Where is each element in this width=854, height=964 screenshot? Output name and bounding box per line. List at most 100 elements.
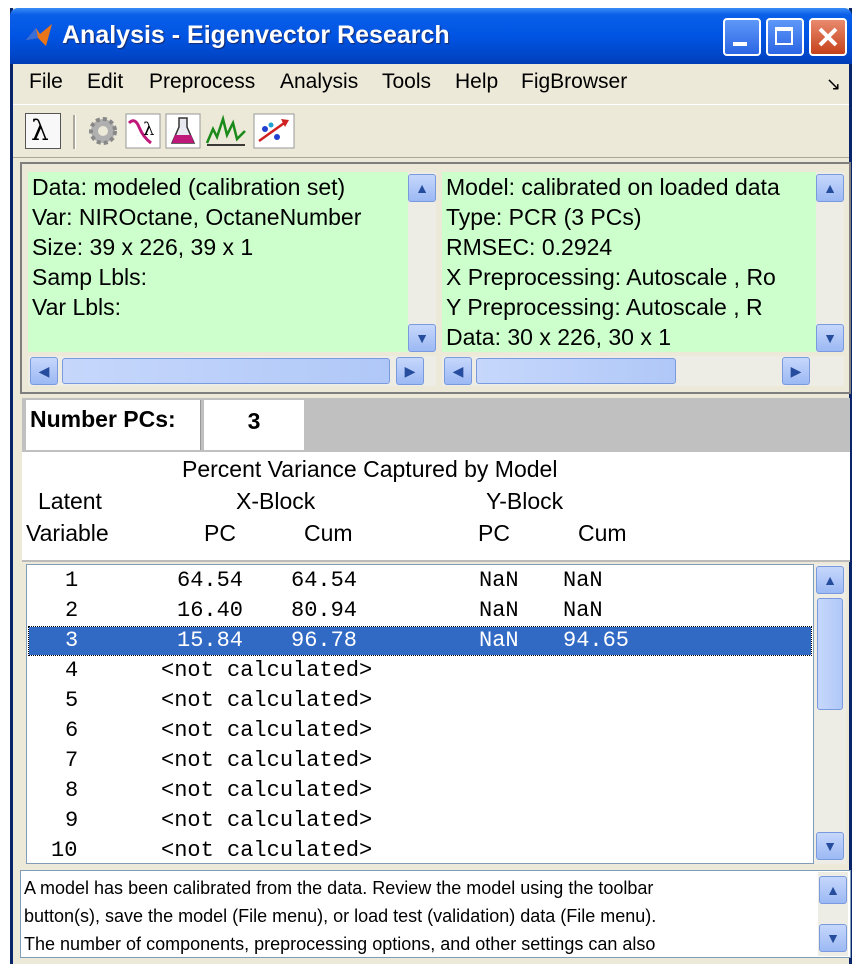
data-panel-hscroll[interactable]: ◀ ▶ [28, 356, 436, 386]
x-pc-value: 16.40 [177, 598, 244, 623]
table-row[interactable]: 2 16.40 80.94 NaN NaN [29, 597, 811, 625]
menu-file[interactable]: File [29, 70, 63, 94]
x-pc-value: 15.84 [177, 628, 244, 653]
x-cum-value: 64.54 [291, 568, 358, 593]
status-line: button(s), save the model (File menu), o… [24, 906, 657, 926]
rmsec-line: RMSEC: 0.2924 [446, 234, 613, 260]
menu-tools[interactable]: Tools [382, 70, 431, 94]
scroll-up-icon[interactable]: ▲ [408, 174, 436, 202]
table-row[interactable]: 1 64.54 64.54 NaN NaN [29, 567, 811, 595]
menu-figbrowser[interactable]: FigBrowser [521, 70, 627, 94]
table-row[interactable]: 7 <not calculated> [29, 747, 811, 775]
table-row[interactable]: 4 <not calculated> [29, 657, 811, 685]
scroll-left-icon[interactable]: ◀ [444, 357, 472, 385]
row-number: 2 [65, 598, 79, 623]
scroll-down-icon[interactable]: ▼ [408, 324, 436, 352]
toolbar: λ λ [13, 104, 849, 158]
yblock-header: Y-Block [486, 488, 564, 514]
window-title: Analysis - Eigenvector Research [62, 21, 450, 49]
row-number: 10 [51, 838, 78, 863]
gear-icon[interactable] [85, 113, 121, 149]
menu-analysis[interactable]: Analysis [280, 70, 358, 94]
y-cum-value: 94.65 [563, 628, 630, 653]
var-lbls-line: Var Lbls: [32, 294, 122, 320]
x-pc-header: PC [204, 520, 236, 546]
y-preprocessing-line: Y Preprocessing: Autoscale , R [446, 294, 763, 320]
not-calculated-note: <not calculated> [161, 688, 373, 713]
vscroll-thumb[interactable] [817, 598, 843, 710]
not-calculated-note: <not calculated> [161, 718, 373, 743]
y-pc-value: NaN [479, 598, 519, 623]
maximize-button[interactable] [766, 18, 804, 56]
not-calculated-note: <not calculated> [161, 808, 373, 833]
scroll-down-icon[interactable]: ▼ [816, 324, 844, 352]
spectra-icon[interactable] [205, 113, 247, 149]
minimize-icon [733, 42, 747, 46]
data-panel-vscroll[interactable]: ▲ ▼ [408, 172, 436, 352]
samp-lbls-line: Samp Lbls: [32, 264, 148, 290]
minimize-button[interactable] [723, 18, 761, 56]
hscroll-thumb[interactable] [476, 358, 676, 384]
scroll-up-icon[interactable]: ▲ [819, 876, 847, 904]
variable-header: Variable [26, 520, 109, 546]
variance-vscroll[interactable]: ▲ ▼ [814, 564, 846, 864]
latent-header: Latent [38, 488, 102, 514]
table-row[interactable]: 10 <not calculated> [29, 837, 811, 863]
scroll-left-icon[interactable]: ◀ [30, 357, 58, 385]
pcs-value-input[interactable]: 3 [204, 400, 304, 450]
variance-listbox[interactable]: 1 64.54 64.54 NaN NaN 2 16.40 80.94 NaN NaN 3 15.84… [26, 564, 814, 864]
matlab-logo-icon [26, 24, 52, 46]
xblock-header: X-Block [236, 488, 316, 514]
scroll-right-icon[interactable]: ▶ [396, 357, 424, 385]
scroll-up-icon[interactable]: ▲ [816, 566, 844, 594]
x-pc-value: 64.54 [177, 568, 244, 593]
y-cum-value: NaN [563, 568, 603, 593]
status-line: A model has been calibrated from the dat… [24, 878, 654, 898]
row-number: 5 [65, 688, 79, 713]
model-panel-hscroll[interactable]: ◀ ▶ [442, 356, 844, 386]
table-row[interactable]: 8 <not calculated> [29, 777, 811, 805]
variance-title: Percent Variance Captured by Model [182, 456, 558, 482]
status-text: A model has been calibrated from the dat… [24, 874, 814, 958]
scroll-down-icon[interactable]: ▼ [816, 832, 844, 860]
row-number: 7 [65, 748, 79, 773]
table-row[interactable]: 6 <not calculated> [29, 717, 811, 745]
wavy-lambda-icon[interactable]: λ [125, 113, 161, 149]
toolbar-separator [73, 115, 76, 149]
table-row[interactable]: 9 <not calculated> [29, 807, 811, 835]
not-calculated-note: <not calculated> [161, 658, 373, 683]
close-button[interactable] [809, 18, 847, 56]
y-pc-value: NaN [479, 628, 519, 653]
scroll-up-icon[interactable]: ▲ [816, 174, 844, 202]
row-number: 6 [65, 718, 79, 743]
lambda-icon[interactable]: λ [25, 113, 61, 149]
data-line: Data: modeled (calibration set) [32, 174, 346, 200]
scroll-down-icon[interactable]: ▼ [819, 924, 847, 952]
menu-preprocess[interactable]: Preprocess [149, 70, 255, 94]
not-calculated-note: <not calculated> [161, 778, 373, 803]
table-row[interactable]: 5 <not calculated> [29, 687, 811, 715]
scatter-arrow-icon[interactable] [253, 113, 295, 149]
dock-arrow-icon[interactable]: ↘ [826, 74, 841, 95]
not-calculated-note: <not calculated> [161, 838, 373, 863]
close-icon [818, 27, 838, 47]
table-row[interactable]: 3 15.84 96.78 NaN 94.65 [28, 626, 812, 656]
not-calculated-note: <not calculated> [161, 748, 373, 773]
flask-icon[interactable] [165, 113, 201, 149]
model-data-line: Data: 30 x 226, 30 x 1 [446, 324, 672, 350]
x-preprocessing-line: X Preprocessing: Autoscale , Ro [446, 264, 776, 290]
row-number: 9 [65, 808, 79, 833]
row-number: 3 [65, 628, 79, 653]
y-cum-header: Cum [578, 520, 627, 546]
menu-edit[interactable]: Edit [87, 70, 123, 94]
var-line: Var: NIROctane, OctaneNumber [32, 204, 362, 230]
size-line: Size: 39 x 226, 39 x 1 [32, 234, 254, 260]
row-number: 4 [65, 658, 79, 683]
scroll-right-icon[interactable]: ▶ [782, 357, 810, 385]
menu-help[interactable]: Help [455, 70, 498, 94]
model-panel-vscroll[interactable]: ▲ ▼ [816, 172, 844, 352]
title-bar[interactable]: Analysis - Eigenvector Research [10, 8, 852, 64]
hscroll-thumb[interactable] [62, 358, 390, 384]
pcs-value: 3 [247, 408, 261, 434]
status-vscroll[interactable]: ▲ ▼ [818, 872, 848, 956]
